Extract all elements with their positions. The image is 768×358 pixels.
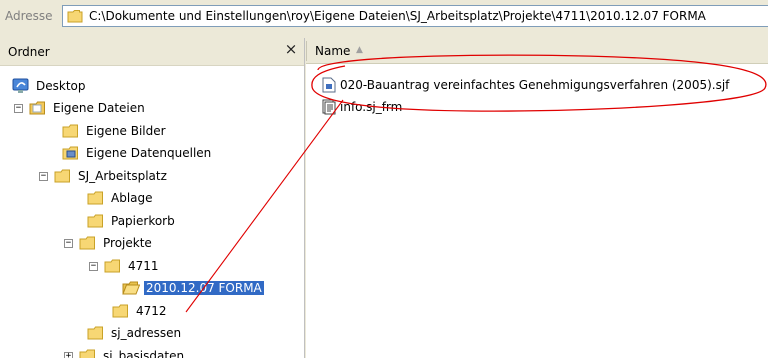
close-folder-pane-button[interactable]: × <box>283 41 299 57</box>
tree-item-label: Ablage <box>111 191 153 205</box>
expand-icon[interactable]: + <box>64 352 73 358</box>
desktop-icon <box>12 78 29 93</box>
folder-icon <box>104 259 120 273</box>
tree-item-label: 4711 <box>128 259 159 273</box>
frm-file-icon <box>322 99 336 115</box>
folder-icon <box>112 304 128 318</box>
tree-item-label: Projekte <box>103 236 152 250</box>
tree-item-label: Eigene Bilder <box>86 124 166 138</box>
tree-item-label: sj_basisdaten <box>103 349 185 358</box>
folder-icon <box>67 10 83 23</box>
column-divider <box>306 41 307 61</box>
folder-icon <box>87 214 103 228</box>
folder-open-icon <box>122 281 140 295</box>
folder-pane-header: Ordner × <box>0 38 304 66</box>
collapse-icon[interactable]: − <box>89 262 98 271</box>
file-name: info.sj_frm <box>340 100 403 114</box>
folder-pane: Ordner × Desktop − Eigene Dateien Eigene… <box>0 38 305 358</box>
tree-item-label: Desktop <box>36 79 86 93</box>
tree-item-label: Papierkorb <box>111 214 175 228</box>
folder-icon <box>62 124 78 138</box>
column-header-name[interactable]: Name ▲ <box>306 38 768 64</box>
address-field[interactable]: C:\Dokumente und Einstellungen\roy\Eigen… <box>62 5 768 27</box>
folder-icon <box>54 169 70 183</box>
tree-item-label: Eigene Datenquellen <box>86 146 212 160</box>
file-name: 020-Bauantrag vereinfachtes Genehmigungs… <box>340 78 730 92</box>
folder-icon <box>79 349 95 358</box>
folder-icon <box>87 326 103 340</box>
folder-pane-title: Ordner <box>8 45 50 59</box>
address-label: Adresse <box>5 9 53 23</box>
address-bar: Adresse C:\Dokumente und Einstellungen\r… <box>0 0 768 36</box>
sort-ascending-icon: ▲ <box>356 45 363 55</box>
tree-item-label: Eigene Dateien <box>53 101 145 115</box>
folder-icon <box>87 191 103 205</box>
my-documents-icon <box>29 101 45 115</box>
tree-item-label: 4712 <box>136 304 167 318</box>
collapse-icon[interactable]: − <box>39 172 48 181</box>
tree-item-label: SJ_Arbeitsplatz <box>78 169 167 183</box>
tree-item-label: 2010.12.07 FORMA <box>144 281 264 295</box>
address-path: C:\Dokumente und Einstellungen\roy\Eigen… <box>89 9 706 23</box>
data-source-folder-icon <box>62 146 78 160</box>
collapse-icon[interactable]: − <box>14 104 23 113</box>
column-label: Name <box>315 44 351 58</box>
folder-tree: Desktop − Eigene Dateien Eigene Bilder E… <box>0 66 304 358</box>
tree-item-label: sj_adressen <box>111 326 182 340</box>
collapse-icon[interactable]: − <box>64 239 73 248</box>
sjf-file-icon <box>322 77 336 93</box>
folder-icon <box>79 236 95 250</box>
file-list-pane: Name ▲ 020-Bauantrag vereinfachtes Geneh… <box>306 38 768 358</box>
